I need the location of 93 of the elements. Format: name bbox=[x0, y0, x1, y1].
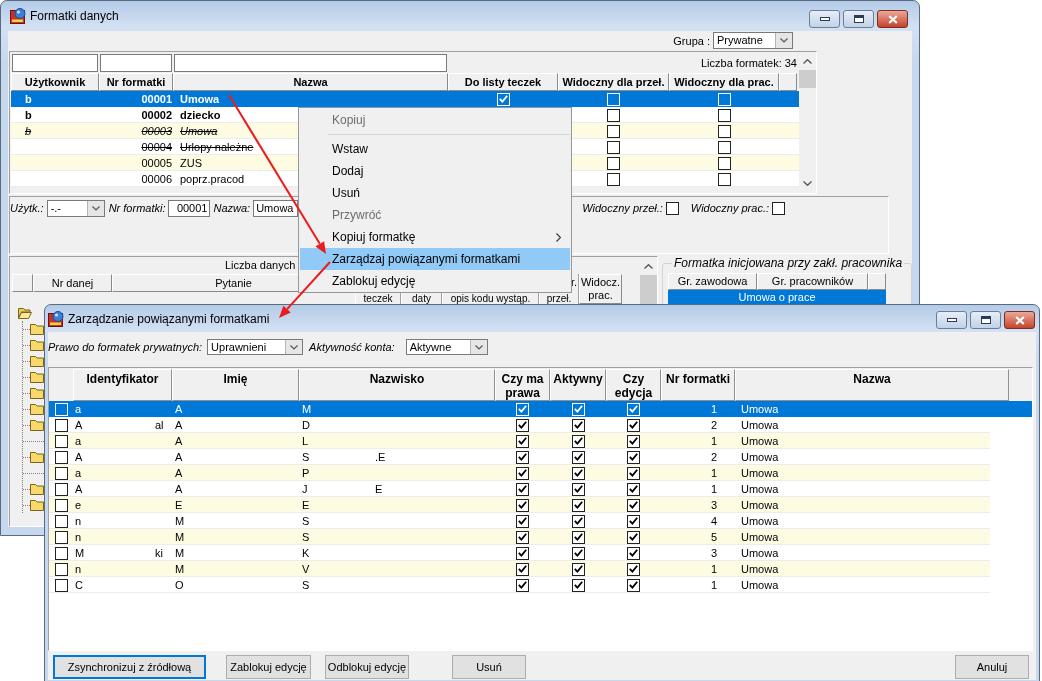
user-name: b bbox=[25, 109, 32, 121]
group-title: Formatka inicjowana przy zakł. pracownika bbox=[673, 256, 904, 270]
format-name: Umowa bbox=[180, 125, 218, 137]
format-name: Umowa bbox=[741, 499, 779, 511]
format-number: 00003 bbox=[141, 125, 172, 137]
last-name-text: E bbox=[302, 499, 310, 511]
first-name-text: E bbox=[175, 499, 183, 511]
last-name-text: K bbox=[302, 547, 310, 559]
format-name: Umowa bbox=[741, 579, 779, 591]
first-name-text: A bbox=[175, 483, 183, 495]
template-name: Umowa o prace bbox=[738, 291, 816, 303]
format-number: 1 bbox=[710, 435, 717, 447]
last-name-text: S bbox=[302, 515, 310, 527]
last-name-text: M bbox=[302, 403, 312, 415]
format-number: 1 bbox=[710, 483, 717, 495]
format-name: poprz.pracod bbox=[180, 173, 245, 185]
first-name-text: O bbox=[175, 579, 184, 591]
number-label: Nr formatki: bbox=[108, 201, 166, 216]
last-name-text: L bbox=[302, 435, 309, 447]
first-name-text: A bbox=[175, 467, 183, 479]
format-number: 00002 bbox=[141, 109, 172, 121]
format-name: Umowa bbox=[180, 93, 220, 105]
format-name: Umowa bbox=[741, 451, 779, 463]
first-name-text: A bbox=[175, 451, 183, 463]
first-name-text: A bbox=[175, 403, 183, 415]
last-name-text: V bbox=[302, 563, 310, 575]
identifier-text: e bbox=[75, 499, 82, 511]
user-label: Użytk.: bbox=[10, 201, 44, 216]
format-name: Umowa bbox=[741, 467, 779, 479]
flag-label: Widoczny przeł.: bbox=[582, 201, 663, 216]
format-name: dziecko bbox=[180, 109, 221, 121]
format-number: 1 bbox=[710, 579, 717, 591]
last-name-text: E bbox=[375, 483, 383, 495]
first-name-text: A bbox=[175, 435, 183, 447]
format-number: 00005 bbox=[141, 157, 172, 169]
format-number: 3 bbox=[710, 547, 717, 559]
last-name-text: P bbox=[302, 467, 310, 479]
format-number: 1 bbox=[710, 403, 717, 415]
data-count-label: Liczba danych bbox=[225, 259, 296, 271]
first-name-text: M bbox=[175, 515, 185, 527]
user-name: b bbox=[25, 125, 32, 137]
format-name: Umowa bbox=[741, 563, 779, 575]
format-name: Umowa bbox=[741, 547, 779, 559]
identifier-text: al bbox=[155, 419, 164, 431]
format-name: Umowa bbox=[741, 403, 779, 415]
group-label: Grupa : bbox=[673, 34, 710, 47]
format-number: 1 bbox=[710, 563, 717, 575]
format-number: 5 bbox=[710, 531, 717, 543]
name-label: Nazwa: bbox=[213, 201, 251, 216]
format-number: 2 bbox=[710, 451, 717, 463]
identifier-text: A bbox=[75, 451, 83, 463]
format-name: Umowa bbox=[741, 419, 779, 431]
format-number: 00001 bbox=[141, 93, 172, 105]
format-name: Umowa bbox=[741, 515, 779, 527]
format-number: 4 bbox=[710, 515, 717, 527]
format-name: ZUS bbox=[180, 157, 202, 169]
identifier-text: a bbox=[75, 403, 82, 415]
last-name-text: .E bbox=[375, 451, 386, 463]
identifier-text: a bbox=[75, 435, 82, 447]
format-name: Umowa bbox=[741, 483, 779, 495]
flag-label: Widoczny prac.: bbox=[690, 201, 769, 216]
format-number: 1 bbox=[710, 467, 717, 479]
last-name-text: S bbox=[302, 579, 310, 591]
user-name: b bbox=[25, 93, 32, 105]
format-number: 2 bbox=[710, 419, 717, 431]
first-name-text: M bbox=[175, 547, 185, 559]
identifier-text: C bbox=[75, 579, 83, 591]
filter-label: Prawo do formatek prywatnych: bbox=[48, 340, 203, 355]
identifier-text: a bbox=[75, 467, 82, 479]
last-name-text: S bbox=[302, 451, 310, 463]
format-name: Umowa bbox=[741, 435, 779, 447]
format-number: 00004 bbox=[141, 141, 172, 153]
last-name-text: S bbox=[302, 531, 310, 543]
format-name: Umowa bbox=[741, 531, 779, 543]
format-name: Urlopy należne bbox=[180, 141, 254, 153]
identifier-text: A bbox=[75, 483, 83, 495]
format-number: 3 bbox=[710, 499, 717, 511]
identifier-text: ki bbox=[155, 547, 163, 559]
first-name-text: M bbox=[175, 531, 185, 543]
filter-label: Aktywność konta: bbox=[309, 340, 395, 355]
identifier-text: n bbox=[75, 515, 82, 527]
identifier-text: A bbox=[75, 419, 83, 431]
formats-count: Liczba formatek: 34 bbox=[701, 56, 798, 71]
first-name-text: M bbox=[175, 563, 185, 575]
identifier-text: n bbox=[75, 531, 82, 543]
last-name-text: J bbox=[302, 483, 308, 495]
last-name-text: D bbox=[302, 419, 310, 431]
window-title: Zarządzanie powiązanymi formatkami bbox=[68, 311, 270, 326]
window-title: Formatki danych bbox=[30, 9, 119, 23]
identifier-text: n bbox=[75, 563, 82, 575]
format-number: 00006 bbox=[141, 173, 172, 185]
first-name-text: A bbox=[175, 419, 183, 431]
identifier-text: M bbox=[75, 547, 85, 559]
